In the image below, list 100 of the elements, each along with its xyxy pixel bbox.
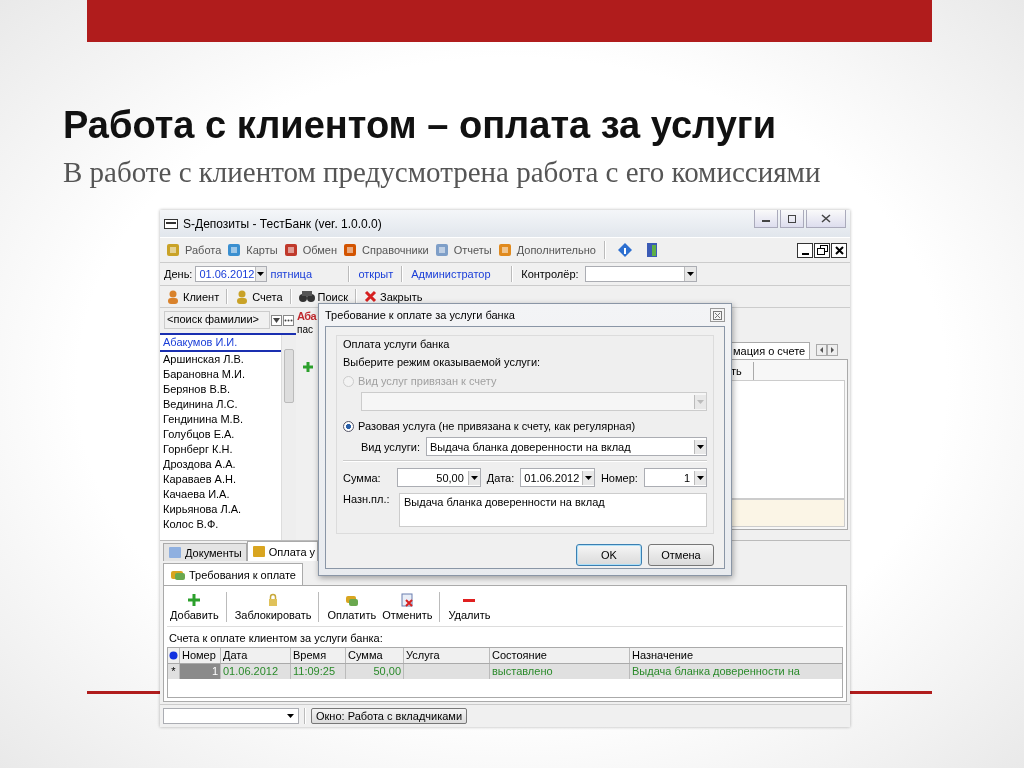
minimize-button[interactable]: [797, 242, 813, 258]
client-item[interactable]: Вединина Л.С.: [160, 397, 281, 412]
menu-icon: [434, 243, 449, 257]
app-icon: [164, 218, 178, 229]
table-cell: 01.06.2012: [221, 664, 291, 679]
client-name: Аба: [297, 309, 316, 324]
date-field[interactable]: 01.06.2012: [520, 468, 595, 487]
menu-icon: [497, 243, 512, 257]
service-field[interactable]: Выдача бланка доверенности на вклад: [425, 437, 707, 456]
table-cell: 50,00: [346, 664, 404, 679]
table-row[interactable]: * 1 01.06.2012 11:09:25 50,00 выставлено Выдача бланка доверенности на: [168, 664, 842, 679]
caret-icon: [697, 444, 704, 449]
close-icon: [834, 245, 844, 255]
cross-icon: [364, 290, 378, 303]
tab[interactable]: Оплата у: [246, 541, 319, 561]
close-icon: [821, 214, 831, 223]
column-header[interactable]: Время: [291, 648, 346, 663]
tab[interactable]: Документы: [163, 543, 247, 561]
minimize-button[interactable]: [754, 210, 778, 228]
caret-icon: [584, 475, 592, 480]
day-status: открыт: [358, 268, 394, 280]
person-icon: [166, 289, 180, 304]
client-item[interactable]: Горнберг К.Н.: [160, 442, 281, 457]
menu-item[interactable]: Отчеты: [431, 243, 495, 257]
client-item[interactable]: Аршинская Л.В.: [160, 352, 281, 367]
client-item[interactable]: Качаева И.А.: [160, 487, 281, 502]
scrollbar[interactable]: [281, 335, 296, 540]
menu-item[interactable]: Работа: [163, 243, 225, 257]
client-item[interactable]: Дроздова А.А.: [160, 457, 281, 472]
table-cell: выставлено: [490, 664, 630, 679]
close-icon: [713, 310, 722, 320]
caret-icon: [697, 475, 704, 480]
client-item[interactable]: Кирьянова Л.А.: [160, 502, 281, 517]
column-header[interactable]: Сумма: [346, 648, 404, 663]
column-header[interactable]: Состояние: [490, 648, 630, 663]
client-item[interactable]: Колос В.Ф.: [160, 517, 281, 532]
toolbar-button[interactable]: Закрыть: [362, 287, 425, 306]
date-label: Дата:: [486, 471, 515, 484]
sum-field[interactable]: 50,00: [396, 468, 481, 487]
close-button[interactable]: [831, 242, 847, 258]
client-detail: пас: [297, 324, 314, 335]
column-header[interactable]: Назначение: [630, 648, 842, 663]
add-icon[interactable]: [302, 361, 314, 373]
plus-icon: [187, 593, 202, 607]
caret-icon: [697, 399, 704, 404]
search-field[interactable]: <поиск фамилии>: [164, 311, 270, 329]
caret-icon: [470, 475, 478, 480]
radio-option[interactable]: Разовая услуга (не привязана к счету, как регулярная): [343, 419, 707, 433]
radio-button[interactable]: [343, 420, 354, 432]
more-button[interactable]: [283, 314, 294, 326]
menu-item[interactable]: Обмен: [280, 243, 341, 257]
client-item[interactable]: Гендинина М.В.: [160, 412, 281, 427]
menu-icon: [343, 243, 358, 257]
number-field[interactable]: 1: [643, 468, 707, 487]
menu-item[interactable]: Дополнительно: [494, 243, 599, 257]
client-item[interactable]: Голубцов Е.А.: [160, 427, 281, 442]
menu-item[interactable]: Карты: [224, 243, 281, 257]
toolbar-button[interactable]: Клиент: [164, 287, 222, 306]
slide-subtitle: В работе с клиентом предусмотрена работа с его комиссиями: [63, 155, 822, 190]
date-field[interactable]: 01.06.2012: [195, 266, 268, 282]
tab-scroll-buttons[interactable]: [816, 344, 839, 356]
indicator-icon: [169, 651, 178, 660]
controller-field[interactable]: [584, 266, 697, 282]
menu-item[interactable]: Справочники: [340, 243, 432, 257]
money-icon: [170, 568, 186, 581]
purpose-field[interactable]: Выдача бланка доверенности на вклад: [399, 493, 707, 527]
window-button[interactable]: Окно: Работа с вкладчиками: [311, 708, 468, 724]
door-icon[interactable]: [644, 242, 659, 258]
action-button[interactable]: Удалить: [445, 588, 494, 626]
client-item[interactable]: Барановна М.И.: [160, 367, 281, 382]
column-header[interactable]: Услуга: [404, 648, 490, 663]
account-service-field[interactable]: [361, 392, 707, 411]
column-header[interactable]: Дата: [221, 648, 291, 663]
table-cell-text: Выдача бланка доверенности на: [631, 664, 801, 679]
minimize-icon: [801, 252, 809, 255]
action-button[interactable]: Отменить: [379, 588, 436, 626]
restore-icon: [816, 245, 828, 255]
day-label: День:: [164, 268, 193, 280]
toolbar-button[interactable]: Счета: [233, 287, 285, 306]
dialog-button[interactable]: Отмена: [648, 544, 714, 566]
toolbar-button[interactable]: Поиск: [296, 287, 351, 306]
action-button[interactable]: Оплатить: [324, 588, 380, 626]
dialog-button[interactable]: OK: [576, 544, 642, 566]
client-item[interactable]: Берянов В.В.: [160, 382, 281, 397]
action-button[interactable]: Добавить: [167, 588, 222, 626]
column-header[interactable]: Номер: [180, 648, 221, 663]
table-cell: 1: [180, 664, 221, 679]
client-item[interactable]: Караваев А.Н.: [160, 472, 281, 487]
menu-icon: [283, 243, 298, 257]
caret-icon: [273, 317, 280, 323]
restore-button[interactable]: [814, 242, 830, 258]
info-icon[interactable]: [616, 242, 633, 258]
filter-button[interactable]: [271, 314, 282, 326]
user-name: Администратор: [411, 268, 492, 280]
person-icon: [235, 289, 250, 304]
action-button[interactable]: Заблокировать: [231, 588, 315, 626]
dialog-title: Требование к оплате за услуги банка: [325, 309, 515, 321]
maximize-button[interactable]: [780, 210, 804, 228]
tab[interactable]: Требования к оплате: [163, 563, 303, 585]
grid-caption: Счета к оплате клиентом за услуги банка:: [168, 631, 384, 646]
